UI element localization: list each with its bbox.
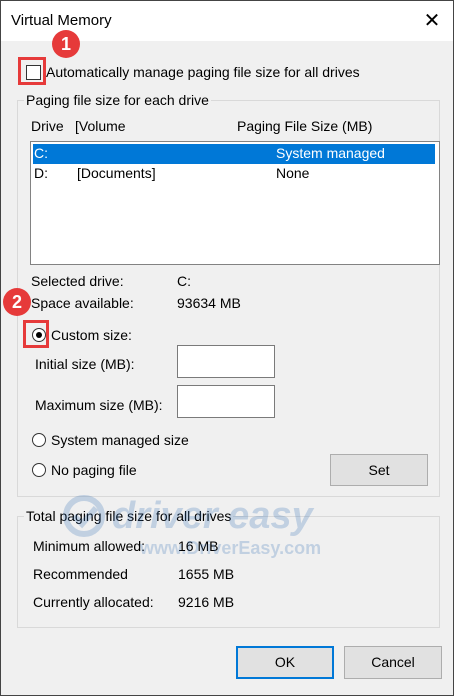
initial-size-label: Initial size (MB): xyxy=(35,356,135,372)
minimum-allowed-label: Minimum allowed: xyxy=(33,538,146,554)
initial-size-input[interactable] xyxy=(177,345,275,378)
paging-group-title: Paging file size for each drive xyxy=(24,92,211,108)
ok-button[interactable]: OK xyxy=(236,646,334,679)
custom-size-label[interactable]: Custom size: xyxy=(51,327,132,343)
recommended-value: 1655 MB xyxy=(178,566,235,582)
close-icon[interactable]: ✕ xyxy=(420,9,444,33)
maximum-size-label: Maximum size (MB): xyxy=(35,397,163,413)
no-paging-radio[interactable] xyxy=(32,463,46,477)
maximum-size-input[interactable] xyxy=(177,385,275,418)
selected-drive-value: C: xyxy=(177,273,191,289)
recommended-label: Recommended xyxy=(33,566,128,582)
drive-cell: C: xyxy=(34,145,48,161)
drive-row-d[interactable]: D: [Documents] None xyxy=(33,164,435,184)
step1-highlight-box xyxy=(18,57,46,85)
set-button[interactable]: Set xyxy=(330,454,428,486)
total-group-title: Total paging file size for all drives xyxy=(24,508,234,524)
system-managed-radio[interactable] xyxy=(32,433,46,447)
column-header-size: Paging File Size (MB) xyxy=(237,118,373,134)
no-paging-label[interactable]: No paging file xyxy=(51,462,137,478)
column-header-drive: Drive xyxy=(31,118,64,134)
auto-manage-label[interactable]: Automatically manage paging file size fo… xyxy=(46,64,360,80)
step2-badge: 2 xyxy=(3,288,31,316)
size-cell: None xyxy=(276,165,310,181)
space-available-label: Space available: xyxy=(31,295,134,311)
currently-allocated-value: 9216 MB xyxy=(178,594,235,610)
step2-highlight-box xyxy=(23,320,49,348)
window-title: Virtual Memory xyxy=(11,12,112,29)
drive-cell: D: xyxy=(34,165,48,181)
volume-cell: [Documents] xyxy=(77,165,156,181)
size-cell: System managed xyxy=(276,145,385,161)
drive-row-c[interactable]: C: System managed xyxy=(33,144,435,164)
selected-drive-label: Selected drive: xyxy=(31,273,124,289)
space-available-value: 93634 MB xyxy=(177,295,241,311)
step1-badge: 1 xyxy=(52,30,80,58)
currently-allocated-label: Currently allocated: xyxy=(33,594,154,610)
cancel-button[interactable]: Cancel xyxy=(344,646,442,679)
drive-list[interactable]: C: System managed D: [Documents] None xyxy=(30,141,440,265)
column-header-volume: [Volume xyxy=(75,118,126,134)
virtual-memory-dialog: Virtual Memory ✕ Automatically manage pa… xyxy=(0,0,454,696)
minimum-allowed-value: 16 MB xyxy=(178,538,219,554)
system-managed-label[interactable]: System managed size xyxy=(51,432,189,448)
